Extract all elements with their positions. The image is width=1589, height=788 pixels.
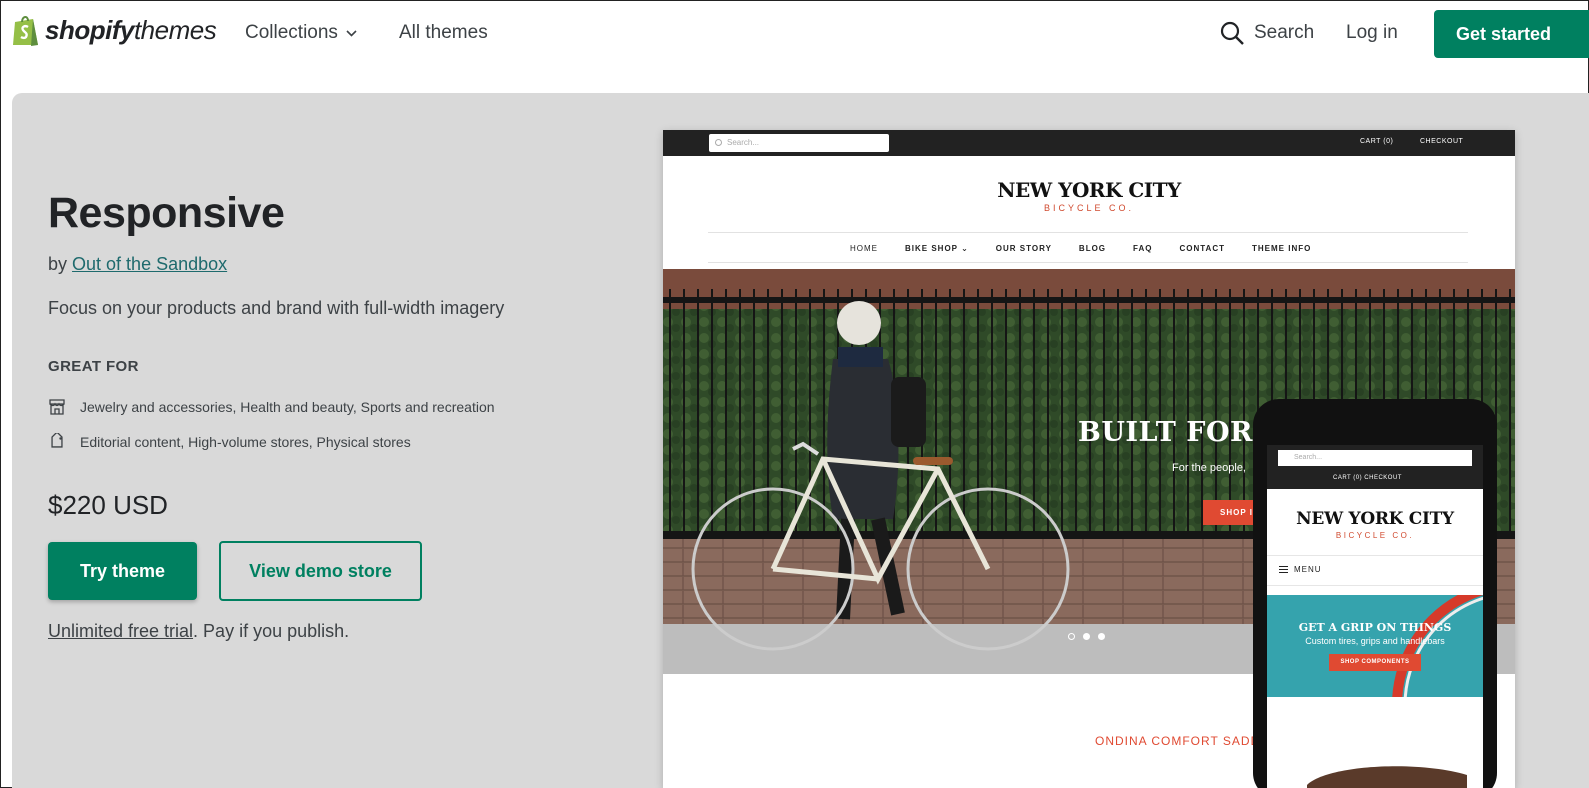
view-demo-store-button[interactable]: View demo store (219, 541, 422, 601)
mobile-divider (1267, 555, 1483, 556)
saddle-illustration (1307, 766, 1467, 788)
preview-brand-sub: BICYCLE CO. (1043, 203, 1134, 213)
shopify-bag-icon (13, 16, 38, 46)
mobile-brand-sub: BICYCLE CO. (1335, 531, 1415, 540)
top-nav: shopifythemes Collections All themes Sea… (1, 1, 1589, 71)
theme-byline: by Out of the Sandbox (48, 254, 227, 275)
mobile-brand-name: NEW YORK CITY (1296, 509, 1454, 529)
search-label: Search (1254, 22, 1315, 43)
theme-title: Responsive (48, 189, 285, 237)
nav-collections-label: Collections (245, 22, 338, 43)
login-link[interactable]: Log in (1346, 22, 1398, 44)
theme-tagline: Focus on your products and brand with fu… (48, 298, 505, 318)
chevron-down-icon (346, 29, 357, 37)
mobile-menu-label: MENU (1294, 565, 1322, 574)
preview-product-title: ONDINA COMFORT SADD (1095, 734, 1261, 748)
mobile-banner-title: GET A GRIP ON THINGS (1298, 621, 1452, 634)
theme-hero-panel: Responsive by Out of the Sandbox Focus o… (12, 93, 1589, 788)
try-theme-button[interactable]: Try theme (48, 542, 197, 600)
preview-menu: HOME BIKE SHOP ⌄ OUR STORY BLOG FAQ CONT… (850, 244, 1338, 253)
trial-note: Unlimited free trial. Pay if you publish… (48, 621, 349, 642)
search-icon (1220, 21, 1244, 45)
mobile-banner: GET A GRIP ON THINGS Custom tires, grips… (1267, 595, 1483, 697)
preview-menu-item: FAQ (1133, 244, 1153, 253)
preview-menu-item: CONTACT (1179, 244, 1225, 253)
preview-checkout: CHECKOUT (1420, 138, 1464, 145)
tag-icon (51, 433, 63, 448)
mobile-banner-subtitle: Custom tires, grips and handlebars (1305, 636, 1445, 646)
mobile-divider (1267, 585, 1483, 586)
theme-price: $220 USD (48, 490, 168, 520)
preview-cart: CART (0) (1360, 138, 1394, 145)
great-for-industries: Jewelry and accessories, Health and beau… (48, 398, 495, 416)
great-for-heading: GREAT FOR (48, 358, 139, 375)
slider-dot (1083, 633, 1090, 640)
preview-menu-item: THEME INFO (1252, 244, 1312, 253)
shopify-themes-logo[interactable]: shopifythemes (11, 13, 217, 47)
mobile-banner-button: SHOP COMPONENTS (1329, 654, 1421, 671)
preview-divider (708, 232, 1468, 233)
logo-word-shopify: shopify (45, 14, 134, 45)
slider-dot (1098, 633, 1105, 640)
mobile-menu: MENU (1279, 565, 1322, 574)
nav-all-themes[interactable]: All themes (399, 22, 488, 44)
hamburger-icon (1279, 566, 1288, 573)
mobile-top-bar: Search... CART (0) CHECKOUT (1267, 445, 1483, 489)
preview-hero-subtitle: For the people, (1172, 462, 1246, 474)
slider-dot (1068, 633, 1075, 640)
author-link[interactable]: Out of the Sandbox (72, 254, 227, 274)
get-started-button[interactable]: Get started (1434, 10, 1589, 58)
mobile-preview: Search... CART (0) CHECKOUT NEW YORK CIT… (1253, 399, 1497, 788)
preview-menu-item: BLOG (1078, 244, 1107, 253)
preview-brand-name: NEW YORK CITY (997, 178, 1181, 202)
storefront-icon (49, 399, 65, 415)
industries-text: Jewelry and accessories, Health and beau… (80, 399, 495, 415)
byline-prefix: by (48, 254, 68, 274)
nav-collections[interactable]: Collections (245, 22, 357, 44)
preview-menu-item: OUR STORY (995, 244, 1052, 253)
preview-divider (708, 262, 1468, 263)
mobile-screen: Search... CART (0) CHECKOUT NEW YORK CIT… (1267, 445, 1483, 788)
preview-top-bar: Search... CART (0) CHECKOUT (663, 130, 1515, 156)
logo-word-themes: themes (133, 14, 217, 45)
preview-menu-item: BIKE SHOP ⌄ (905, 244, 969, 253)
search-button[interactable]: Search (1220, 21, 1314, 45)
preview-menu-item: HOME (850, 244, 878, 253)
great-for-features: Editorial content, High-volume stores, P… (48, 433, 411, 451)
mobile-search-field: Search... (1278, 450, 1472, 466)
preview-search-field: Search... (709, 134, 889, 152)
unlimited-free-trial-link[interactable]: Unlimited free trial (48, 621, 193, 641)
mobile-cart-checkout: CART (0) CHECKOUT (1333, 475, 1402, 481)
features-text: Editorial content, High-volume stores, P… (80, 434, 411, 450)
wheel-illustration (1392, 595, 1483, 697)
preview-slider-dots (1068, 633, 1105, 640)
trial-note-rest: . Pay if you publish. (193, 621, 350, 641)
